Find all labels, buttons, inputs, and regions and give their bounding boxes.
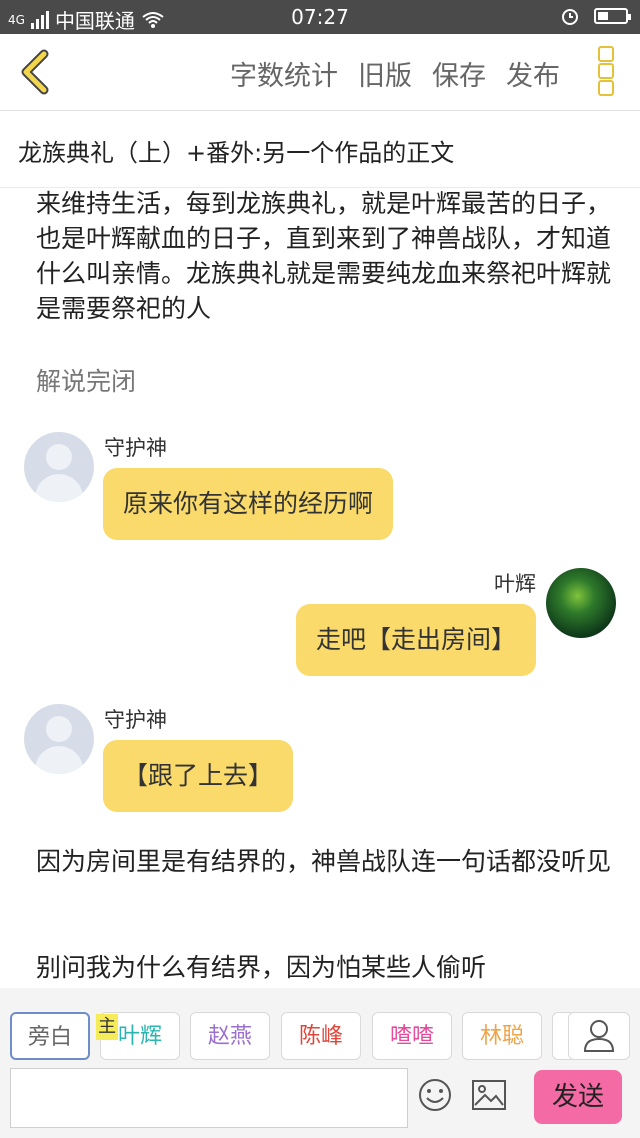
character-chip-chenfeng[interactable]: 陈峰 <box>281 1012 361 1060</box>
emoji-icon[interactable] <box>418 1078 452 1112</box>
story-paragraph: 别问我为什么有结界，因为怕某些人偷听 <box>36 953 487 982</box>
character-chip-zhaoyan[interactable]: 赵燕 <box>190 1012 270 1060</box>
work-title: 龙族典礼（上）+番外:另一个作品的正文 <box>18 139 455 167</box>
character-chip-zhazha[interactable]: 喳喳 <box>372 1012 452 1060</box>
avatar-yehui[interactable] <box>546 568 616 638</box>
image-icon[interactable] <box>472 1080 506 1110</box>
clock: 07:27 <box>291 5 349 29</box>
work-title-bar: 龙族典礼（上）+番外:另一个作品的正文 <box>0 111 640 188</box>
save-button[interactable]: 保存 <box>432 54 486 93</box>
speaker-name: 叶辉 <box>494 572 536 596</box>
battery-icon <box>594 8 631 24</box>
word-count-button[interactable]: 字数统计 <box>230 54 338 93</box>
story-paragraph: 因为房间里是有结界的，神兽战队连一句话都没听见 <box>36 847 612 876</box>
more-menu-icon[interactable] <box>598 46 614 96</box>
avatar-guardian[interactable] <box>24 704 94 774</box>
message-bubble[interactable]: 【跟了上去】 <box>103 740 294 812</box>
speaker-name: 守护神 <box>104 708 167 732</box>
speaker-name: 守护神 <box>104 436 167 460</box>
top-toolbar: 字数统计 旧版 保存 发布 <box>0 34 640 111</box>
person-icon <box>583 1020 615 1052</box>
input-row: 发送 <box>0 1062 640 1138</box>
old-version-button[interactable]: 旧版 <box>358 54 412 93</box>
avatar-guardian[interactable] <box>24 432 94 502</box>
story-content[interactable]: 来维持生活，每到龙族典礼，就是叶辉最苦的日子，也是叶辉献血的日子，直到来到了神兽… <box>0 188 640 988</box>
character-chip-lincong[interactable]: 林聪 <box>462 1012 542 1060</box>
message-bubble[interactable]: 走吧【走出房间】 <box>295 604 536 676</box>
main-character-badge: 主 <box>96 1014 118 1040</box>
character-chip-narrator[interactable]: 旁白 <box>10 1012 90 1060</box>
send-button[interactable]: 发送 <box>534 1070 622 1124</box>
status-bar: 4G 中国联通 07:27 <box>0 0 640 34</box>
character-manage-button[interactable] <box>568 1012 630 1060</box>
message-input[interactable] <box>10 1068 408 1128</box>
message-bubble[interactable]: 原来你有这样的经历啊 <box>103 468 394 540</box>
intro-paragraph: 来维持生活，每到龙族典礼，就是叶辉最苦的日子，也是叶辉献血的日子，直到来到了神兽… <box>36 189 612 323</box>
back-arrow-icon[interactable] <box>14 48 54 96</box>
publish-button[interactable]: 发布 <box>506 54 560 93</box>
alarm-icon <box>562 9 578 25</box>
narration-end: 解说完闭 <box>36 367 137 396</box>
